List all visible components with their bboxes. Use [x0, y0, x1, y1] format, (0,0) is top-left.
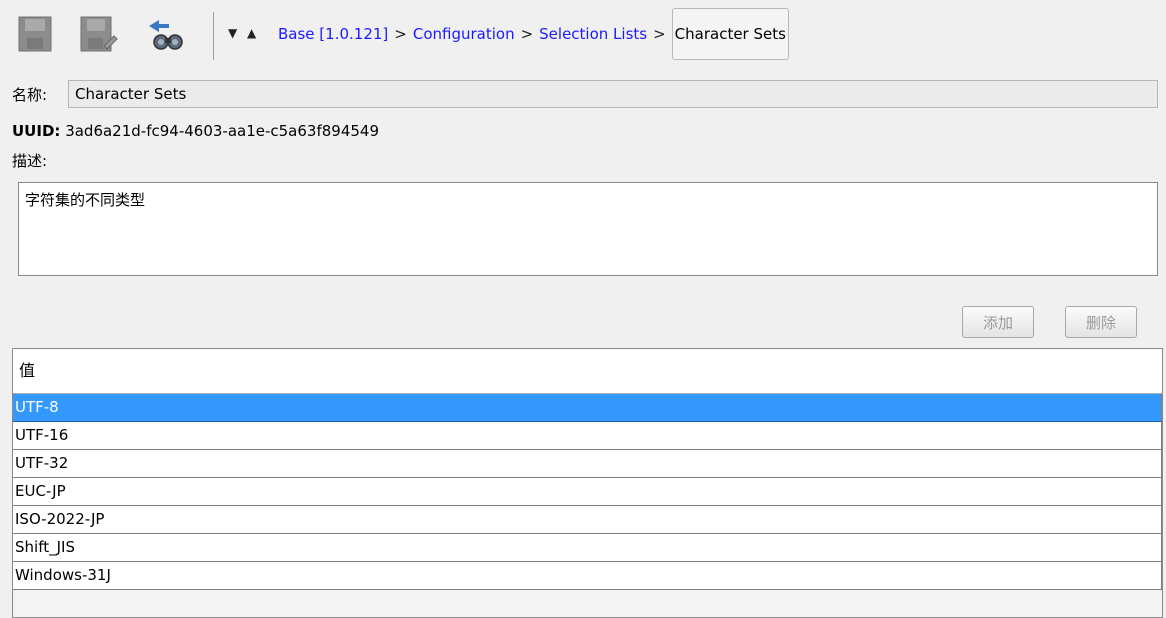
values-table: 值 UTF-8 UTF-16 UTF-32 EUC-JP ISO-2022-JP…	[12, 348, 1163, 618]
breadcrumb-separator: >	[394, 25, 407, 43]
table-header-value[interactable]: 值	[13, 349, 1162, 394]
table-row[interactable]: Windows-31J	[13, 562, 1162, 590]
save-button[interactable]	[14, 12, 56, 56]
table-row[interactable]: UTF-16	[13, 422, 1162, 450]
name-field[interactable]: Character Sets	[68, 80, 1158, 108]
toolbar-separator	[213, 12, 214, 60]
add-button[interactable]: 添加	[962, 306, 1034, 338]
table-row[interactable]: EUC-JP	[13, 478, 1162, 506]
breadcrumb-item-configuration[interactable]: Configuration	[413, 25, 515, 43]
breadcrumb-separator: >	[653, 25, 666, 43]
find-references-button[interactable]	[146, 12, 188, 56]
name-label: 名称:	[12, 86, 48, 104]
breadcrumb-separator: >	[520, 25, 534, 43]
save-icon	[18, 16, 52, 52]
find-references-icon	[149, 20, 183, 50]
table-row[interactable]: UTF-32	[13, 450, 1162, 478]
save-as-icon	[80, 16, 118, 52]
table-row[interactable]: Shift_JIS	[13, 534, 1162, 562]
nav-arrows[interactable]: ▼ ▲	[228, 26, 259, 40]
uuid-row: UUID: 3ad6a21d-fc94-4603-aa1e-c5a63f8945…	[12, 122, 379, 140]
table-row[interactable]: ISO-2022-JP	[13, 506, 1162, 534]
delete-button[interactable]: 删除	[1065, 306, 1137, 338]
table-row[interactable]: UTF-8	[13, 394, 1162, 422]
breadcrumb-item-base[interactable]: Base [1.0.121]	[278, 25, 388, 43]
uuid-label: UUID:	[12, 122, 61, 140]
toolbar: ▼ ▲ Base [1.0.121] > Configuration > Sel…	[0, 0, 1166, 72]
description-field[interactable]: 字符集的不同类型	[18, 182, 1158, 276]
breadcrumb: Base [1.0.121] > Configuration > Selecti…	[278, 8, 789, 60]
save-as-button[interactable]	[78, 12, 120, 56]
description-label: 描述:	[12, 152, 48, 170]
breadcrumb-current[interactable]: Character Sets	[671, 8, 789, 60]
breadcrumb-item-selection-lists[interactable]: Selection Lists	[539, 25, 647, 43]
uuid-value: 3ad6a21d-fc94-4603-aa1e-c5a63f894549	[65, 122, 379, 140]
